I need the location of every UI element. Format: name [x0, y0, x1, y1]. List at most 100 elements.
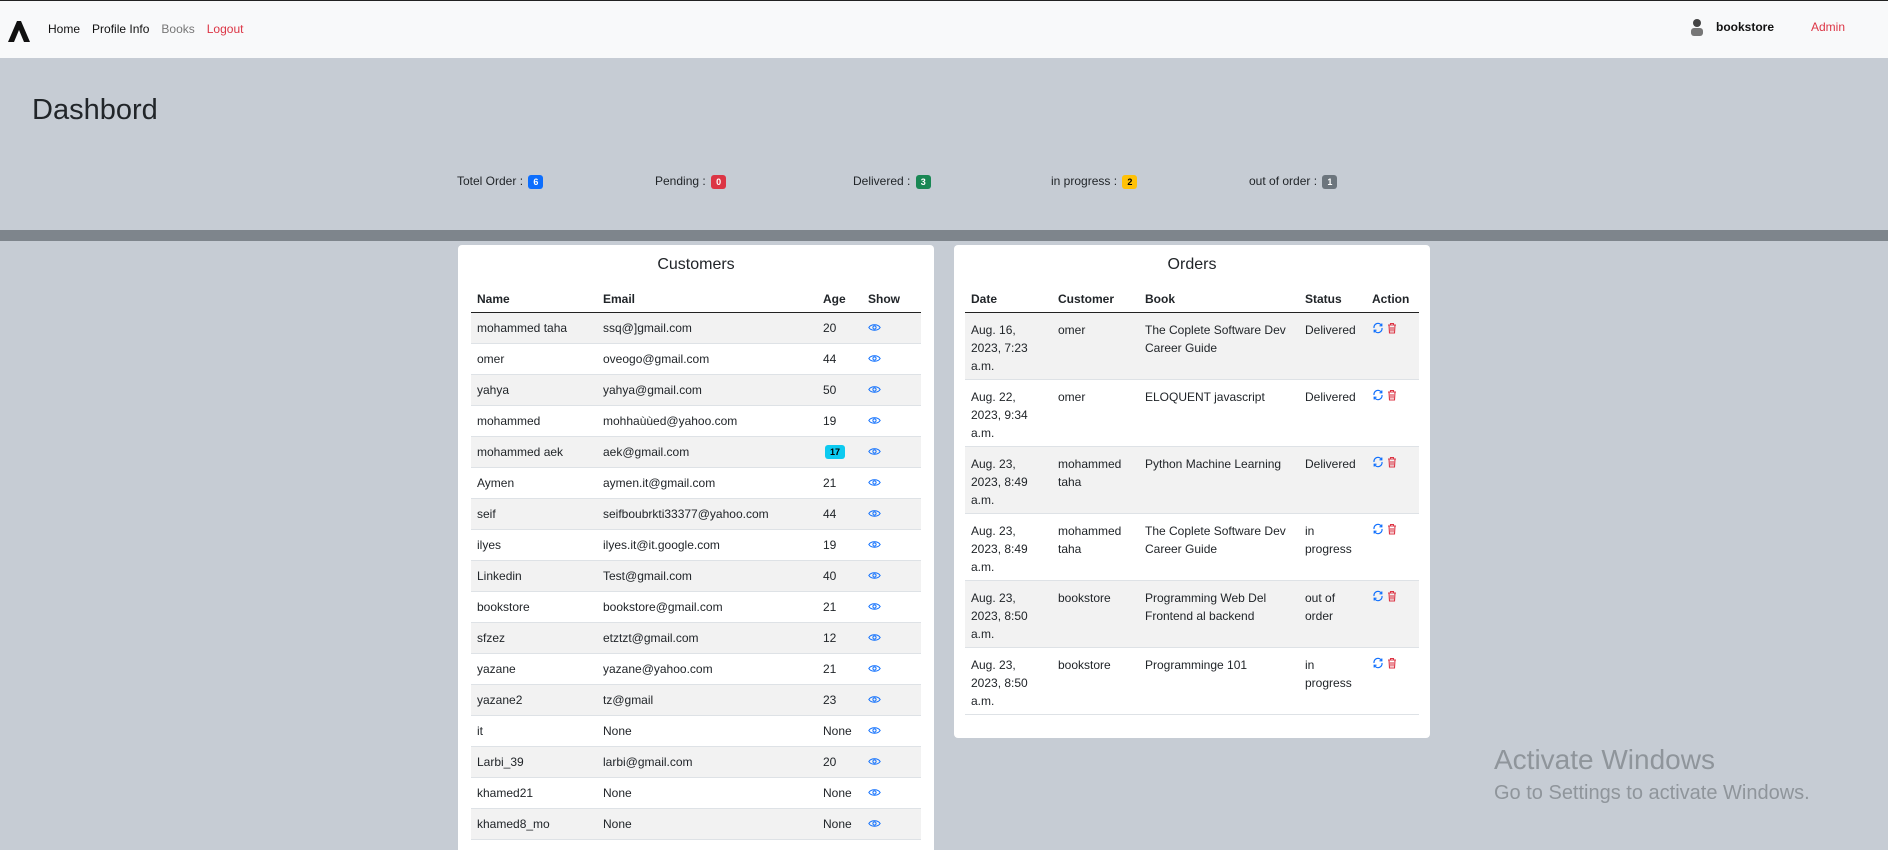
watermark-title: Activate Windows: [1494, 744, 1715, 775]
customer-name: mohammed aek: [471, 436, 597, 468]
eye-icon[interactable]: [868, 385, 881, 394]
nav-links: Home Profile Info Books Logout: [48, 22, 255, 36]
customer-name: mohammed: [471, 405, 597, 437]
show-customer-button[interactable]: [862, 684, 921, 716]
customer-name: mohammed taha: [471, 312, 597, 344]
show-customer-button[interactable]: [862, 560, 921, 592]
stat-label: out of order :: [1249, 174, 1318, 188]
stat-out-of-order: out of order : 1: [1249, 174, 1338, 189]
trash-icon[interactable]: [1386, 389, 1398, 401]
show-customer-button[interactable]: [862, 467, 921, 499]
stat-badge: 0: [711, 174, 727, 189]
trash-icon[interactable]: [1386, 523, 1398, 535]
eye-icon[interactable]: [868, 478, 881, 487]
show-customer-button[interactable]: [862, 312, 921, 344]
nav-home-link[interactable]: Home: [48, 22, 80, 36]
eye-icon[interactable]: [868, 602, 881, 611]
customer-age-cell: 17: [817, 436, 862, 468]
show-customer-button[interactable]: [862, 529, 921, 561]
avatar: [1691, 19, 1703, 36]
table-row: sfzez etztzt@gmail.com 12: [471, 622, 921, 654]
eye-icon[interactable]: [868, 416, 881, 425]
table-row: yahya yahya@gmail.com 50: [471, 374, 921, 406]
customer-age-cell: 50: [817, 374, 862, 406]
update-status-icon[interactable]: [1372, 590, 1384, 602]
order-date: Aug. 23, 2023, 8:50 a.m.: [965, 647, 1052, 715]
show-customer-button[interactable]: [862, 777, 921, 809]
show-customer-button[interactable]: [862, 343, 921, 375]
show-customer-button[interactable]: [862, 622, 921, 654]
user-area[interactable]: bookstore: [1688, 17, 1774, 37]
order-book: ELOQUENT javascript: [1139, 379, 1299, 447]
eye-icon[interactable]: [868, 695, 881, 704]
customer-age: 12: [823, 630, 837, 645]
customer-age: 20: [823, 754, 837, 769]
customers-card: Customers Name Email Age Show mohammed t…: [458, 245, 934, 850]
nav-logout-link[interactable]: Logout: [207, 22, 244, 36]
customer-name: Larbi_39: [471, 746, 597, 778]
customer-age: 40: [823, 568, 837, 583]
customer-email: bookstore@gmail.com: [597, 591, 817, 623]
customer-name: it: [471, 715, 597, 747]
customer-age-cell: 44: [817, 343, 862, 375]
eye-icon[interactable]: [868, 819, 881, 828]
table-row: yazane2 tz@gmail 23: [471, 684, 921, 716]
stat-total-orders: Totel Order : 6: [457, 174, 544, 189]
order-status: out of order: [1299, 580, 1366, 648]
show-customer-button[interactable]: [862, 746, 921, 778]
table-row: Aug. 23, 2023, 8:49 a.m. mohammed taha The…: [965, 513, 1419, 581]
orders-card: Orders Date Customer Book Status Action …: [954, 245, 1430, 738]
order-actions: [1366, 446, 1419, 514]
update-status-icon[interactable]: [1372, 523, 1384, 535]
eye-icon[interactable]: [868, 571, 881, 580]
eye-icon[interactable]: [868, 447, 881, 456]
eye-icon[interactable]: [868, 354, 881, 363]
nav-books-link[interactable]: Books: [161, 22, 194, 36]
table-row: khamed21 None None: [471, 777, 921, 809]
brand-logo-icon[interactable]: [6, 18, 32, 44]
admin-link[interactable]: Admin: [1811, 20, 1845, 34]
eye-icon[interactable]: [868, 726, 881, 735]
trash-icon[interactable]: [1386, 657, 1398, 669]
table-row: mohammed aek aek@gmail.com 17: [471, 436, 921, 468]
customers-table: Name Email Age Show mohammed taha ssq@]gm…: [471, 287, 921, 840]
eye-icon[interactable]: [868, 540, 881, 549]
show-customer-button[interactable]: [862, 808, 921, 840]
nav-profile-link[interactable]: Profile Info: [92, 22, 149, 36]
table-row: yazane yazane@yahoo.com 21: [471, 653, 921, 685]
update-status-icon[interactable]: [1372, 389, 1384, 401]
trash-icon[interactable]: [1386, 322, 1398, 334]
eye-icon[interactable]: [868, 633, 881, 642]
eye-icon[interactable]: [868, 323, 881, 332]
eye-icon[interactable]: [868, 788, 881, 797]
show-customer-button[interactable]: [862, 653, 921, 685]
trash-icon[interactable]: [1386, 590, 1398, 602]
column-header-customer: Customer: [1052, 287, 1139, 313]
trash-icon[interactable]: [1386, 456, 1398, 468]
customer-email: ssq@]gmail.com: [597, 312, 817, 344]
customer-age-cell: 21: [817, 653, 862, 685]
eye-icon[interactable]: [868, 757, 881, 766]
show-customer-button[interactable]: [862, 591, 921, 623]
customer-name: yazane2: [471, 684, 597, 716]
show-customer-button[interactable]: [862, 374, 921, 406]
order-book: Programminge 101: [1139, 647, 1299, 715]
order-actions: [1366, 580, 1419, 648]
customer-name: ilyes: [471, 529, 597, 561]
show-customer-button[interactable]: [862, 498, 921, 530]
update-status-icon[interactable]: [1372, 456, 1384, 468]
show-customer-button[interactable]: [862, 405, 921, 437]
show-customer-button[interactable]: [862, 436, 921, 468]
customer-age-cell: 19: [817, 405, 862, 437]
stat-badge: 1: [1322, 174, 1338, 189]
update-status-icon[interactable]: [1372, 657, 1384, 669]
eye-icon[interactable]: [868, 664, 881, 673]
eye-icon[interactable]: [868, 509, 881, 518]
update-status-icon[interactable]: [1372, 322, 1384, 334]
order-status: in progress: [1299, 513, 1366, 581]
order-date: Aug. 23, 2023, 8:49 a.m.: [965, 513, 1052, 581]
customer-email: Test@gmail.com: [597, 560, 817, 592]
order-customer: mohammed taha: [1052, 513, 1139, 581]
show-customer-button[interactable]: [862, 715, 921, 747]
column-header-book: Book: [1139, 287, 1299, 313]
